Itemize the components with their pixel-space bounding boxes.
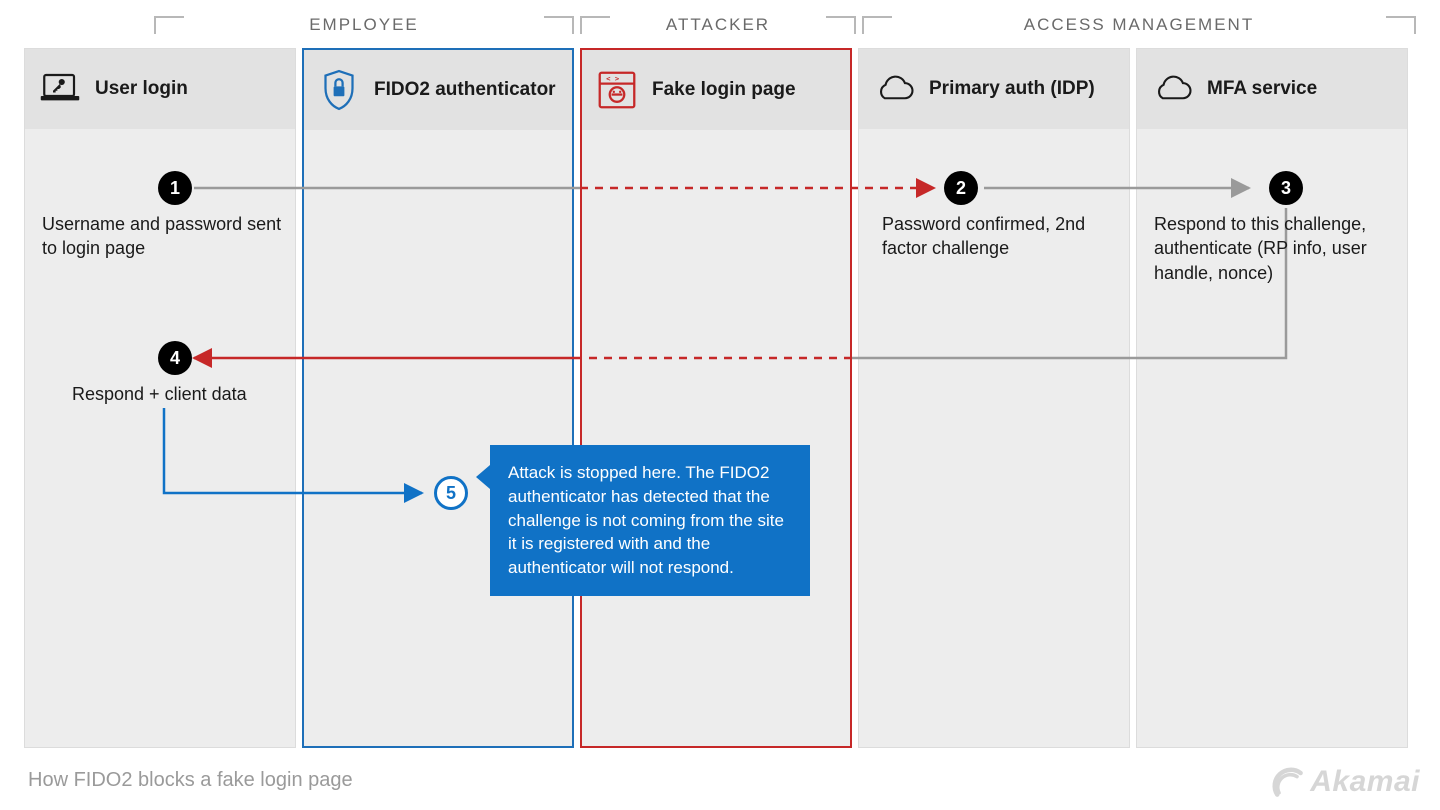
group-employee: EMPLOYEE bbox=[154, 10, 574, 40]
step-4-text: Respond + client data bbox=[72, 382, 292, 406]
group-access: ACCESS MANAGEMENT bbox=[862, 10, 1416, 40]
step-1-marker: 1 bbox=[158, 171, 192, 205]
diagram-caption: How FIDO2 blocks a fake login page bbox=[28, 769, 353, 792]
step-2-marker: 2 bbox=[944, 171, 978, 205]
step-3-text: Respond to this challenge, authenticate … bbox=[1154, 212, 1394, 285]
step-3-marker: 3 bbox=[1269, 171, 1303, 205]
group-attacker: ATTACKER bbox=[580, 10, 856, 40]
step-5-callout: Attack is stopped here. The FIDO2 authen… bbox=[490, 445, 810, 596]
step-2-text: Password confirmed, 2nd factor challenge bbox=[882, 212, 1122, 261]
akamai-wave-icon bbox=[1270, 764, 1306, 800]
group-attacker-label: ATTACKER bbox=[666, 15, 770, 35]
brand-logo: Akamai bbox=[1270, 764, 1420, 800]
fido2-diagram: EMPLOYEE ATTACKER ACCESS MANAGEMENT User… bbox=[24, 10, 1416, 770]
group-access-label: ACCESS MANAGEMENT bbox=[1024, 15, 1254, 35]
step-5-marker: 5 bbox=[434, 476, 468, 510]
brand-name: Akamai bbox=[1310, 765, 1420, 799]
step-1-text: Username and password sent to login page bbox=[42, 212, 282, 261]
group-employee-label: EMPLOYEE bbox=[309, 15, 419, 35]
step-4-marker: 4 bbox=[158, 341, 192, 375]
step-5-text: Attack is stopped here. The FIDO2 authen… bbox=[508, 463, 784, 577]
